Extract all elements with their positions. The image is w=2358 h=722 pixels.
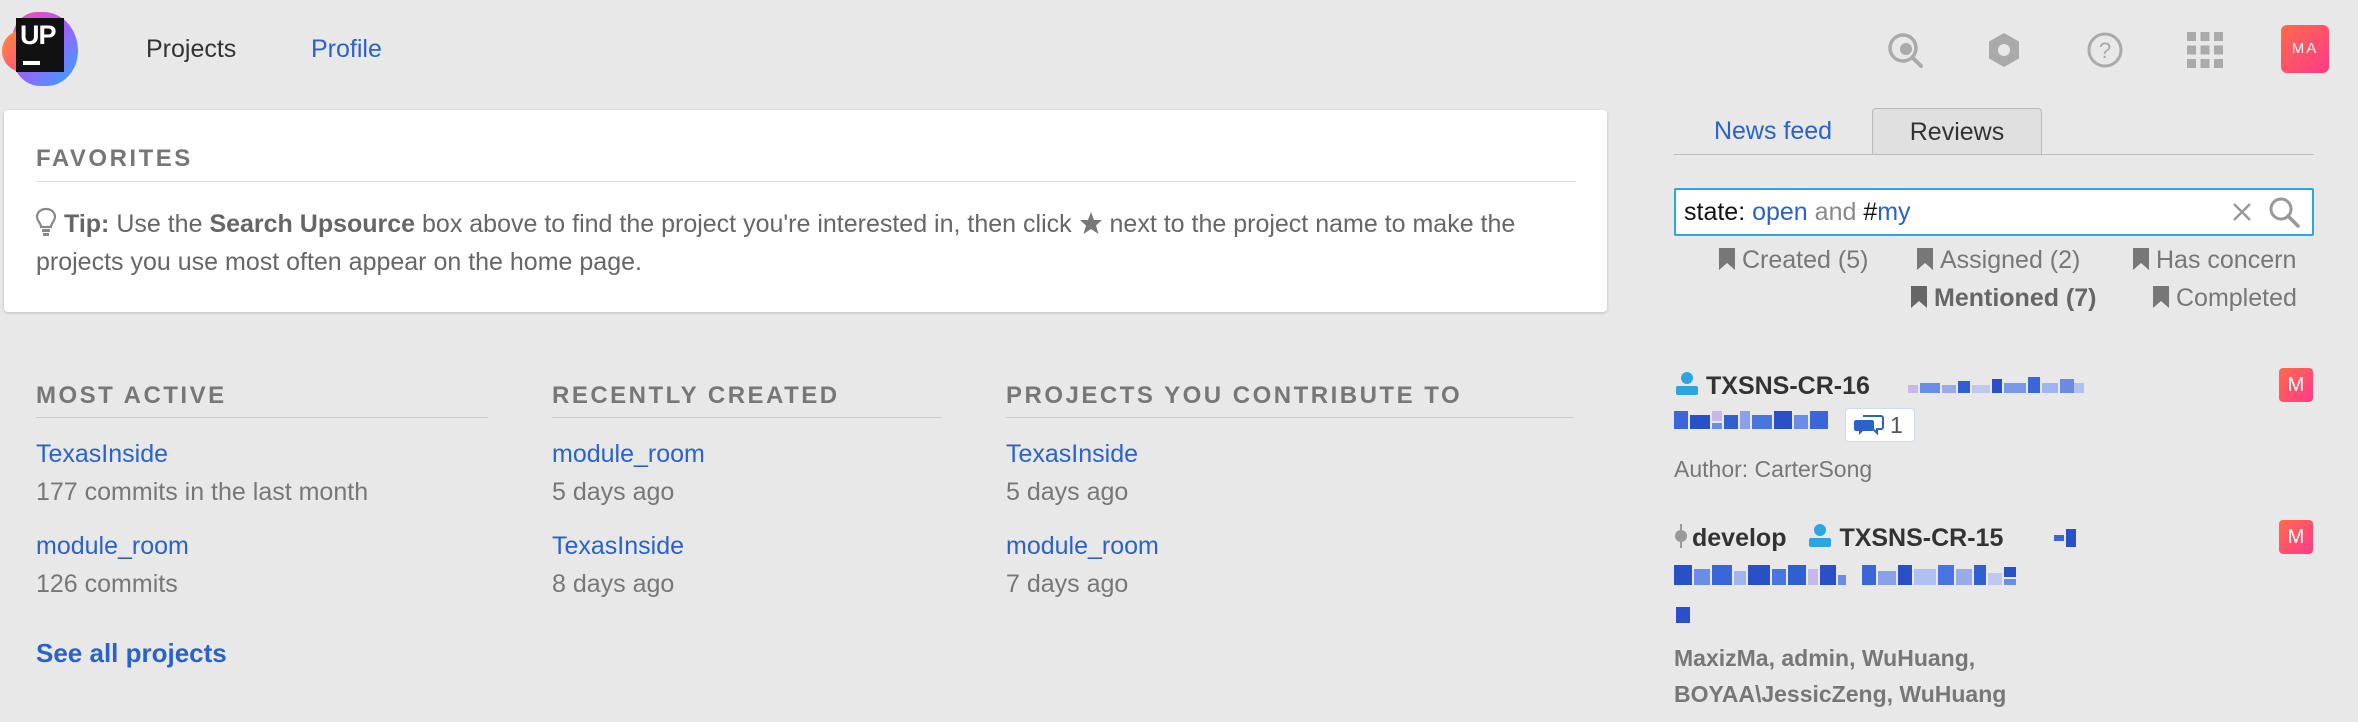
project-detail: 7 days ago xyxy=(1006,570,1129,598)
help-icon[interactable]: ? xyxy=(2085,30,2125,70)
project-link[interactable]: module_room xyxy=(552,439,705,469)
upsource-logo[interactable]: UP xyxy=(2,4,82,92)
svg-text:?: ? xyxy=(2099,38,2111,63)
favorites-card: FAVORITES Tip: Use the Search Upsource b… xyxy=(4,110,1607,312)
review-search-input[interactable]: state: open and #my xyxy=(1674,188,2314,236)
divider xyxy=(1006,417,1574,418)
comment-count: 1 xyxy=(1890,412,1903,438)
project-link[interactable]: module_room xyxy=(36,531,189,561)
review-author: Author: CarterSong xyxy=(1674,456,1873,482)
comment-count-badge[interactable]: 1 xyxy=(1845,408,1915,442)
settings-hexagon-icon[interactable] xyxy=(1984,30,2024,70)
bookmark-icon xyxy=(2153,286,2169,308)
reviewer-avatar[interactable]: M xyxy=(2279,520,2313,554)
redacted-text xyxy=(1908,377,2084,393)
tip-text-1: Use the xyxy=(109,210,210,238)
project-detail: 8 days ago xyxy=(552,570,675,598)
apps-grid-icon[interactable] xyxy=(2185,30,2225,70)
filter-mentioned[interactable]: Mentioned (7) xyxy=(1910,283,2097,313)
review-id: TXSNS-CR-15 xyxy=(1839,524,2004,552)
tip-prefix: Tip: xyxy=(64,210,110,238)
review-participants: MaxizMa, admin, WuHuang, xyxy=(1674,645,1976,671)
logo-text: UP xyxy=(20,20,57,50)
redacted-text xyxy=(1674,411,1828,429)
filter-has-concern[interactable]: Has concern xyxy=(2132,245,2296,275)
search-query[interactable]: state: open and #my xyxy=(1684,196,1911,228)
clear-icon[interactable] xyxy=(2224,194,2260,230)
project-detail: 5 days ago xyxy=(552,478,675,506)
tab-news-feed[interactable]: News feed xyxy=(1674,108,1872,154)
bookmark-icon xyxy=(1911,286,1927,308)
filter-assigned[interactable]: Assigned (2) xyxy=(1916,245,2080,275)
project-link[interactable]: TexasInside xyxy=(552,531,684,561)
nav-projects[interactable]: Projects xyxy=(146,34,236,64)
project-detail: 177 commits in the last month xyxy=(36,478,369,506)
nav-profile[interactable]: Profile xyxy=(311,34,382,64)
search-icon[interactable] xyxy=(2266,194,2302,230)
bookmark-icon xyxy=(2133,248,2149,270)
star-icon xyxy=(1079,212,1102,234)
search-icon[interactable] xyxy=(1885,30,1925,70)
recently-created-title: RECENTLY CREATED xyxy=(552,382,840,409)
redacted-text xyxy=(2054,529,2076,547)
branch-icon xyxy=(1675,524,1687,548)
divider xyxy=(36,181,1576,182)
review-id[interactable]: TXSNS-CR-16 xyxy=(1674,371,1870,401)
tip-search-upsource: Search Upsource xyxy=(209,210,416,238)
lightbulb-icon xyxy=(36,207,56,236)
review-participants: BOYAA\JessicZeng, WuHuang xyxy=(1674,681,2007,707)
tip-text-2: box above to find the project you're int… xyxy=(415,210,1079,238)
tab-divider xyxy=(1674,154,2314,155)
project-detail: 5 days ago xyxy=(1006,478,1129,506)
review-branch-and-id[interactable]: develop TXSNS-CR-15 xyxy=(1674,523,2003,553)
filter-completed[interactable]: Completed xyxy=(2152,283,2297,313)
divider xyxy=(552,417,942,418)
see-all-projects-link[interactable]: See all projects xyxy=(36,637,227,669)
favorites-tip: Tip: Use the Search Upsource box above t… xyxy=(36,205,1596,281)
project-link[interactable]: TexasInside xyxy=(36,439,168,469)
project-detail: 126 commits xyxy=(36,570,178,598)
comment-icon xyxy=(1854,415,1884,436)
favorites-title: FAVORITES xyxy=(36,145,193,172)
reviewer-icon xyxy=(1809,524,1832,547)
bookmark-icon xyxy=(1917,248,1933,270)
divider xyxy=(36,417,488,418)
reviewer-avatar[interactable]: M xyxy=(2279,368,2313,402)
contribute-title: PROJECTS YOU CONTRIBUTE TO xyxy=(1006,382,1463,409)
bookmark-icon xyxy=(1719,248,1735,270)
redacted-text xyxy=(1674,565,2016,623)
reviewer-icon xyxy=(1676,372,1698,395)
top-bar: UP Projects Profile ? MA xyxy=(0,0,2358,104)
tab-reviews[interactable]: Reviews xyxy=(1872,108,2042,155)
filter-created[interactable]: Created (5) xyxy=(1718,245,1868,275)
user-avatar[interactable]: MA xyxy=(2281,25,2329,73)
project-link[interactable]: TexasInside xyxy=(1006,439,1138,469)
branch-name: develop xyxy=(1692,524,1787,552)
project-link[interactable]: module_room xyxy=(1006,531,1159,561)
most-active-title: MOST ACTIVE xyxy=(36,382,227,409)
